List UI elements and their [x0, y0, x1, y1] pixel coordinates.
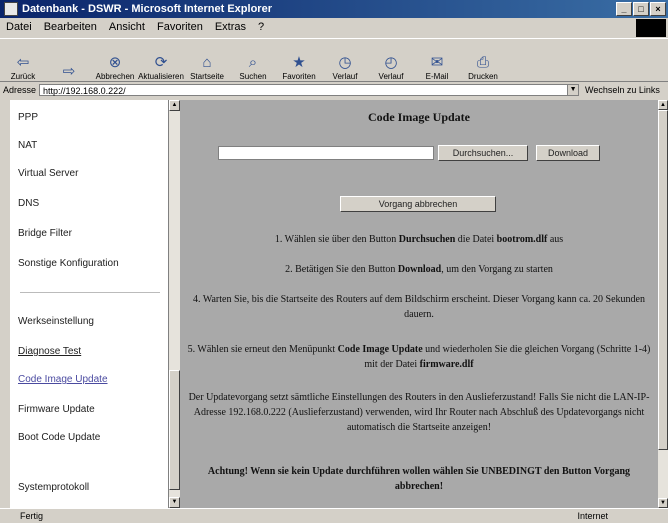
- search-icon: ⌕: [248, 54, 258, 71]
- mail-icon: ✉: [430, 54, 444, 71]
- nav-item-dns[interactable]: DNS: [18, 198, 39, 209]
- nav-item-bridge-filter[interactable]: Bridge Filter: [18, 228, 72, 239]
- frameset: PPP NAT Virtual Server DNS Bridge Filter…: [0, 100, 668, 508]
- scroll-up-icon[interactable]: ▲: [658, 100, 668, 110]
- nav-item-code-image-update[interactable]: Code Image Update: [18, 374, 108, 385]
- menu-help[interactable]: ?: [258, 21, 264, 33]
- zone-text: Internet: [577, 511, 608, 521]
- print-button[interactable]: ⎙ Drucken: [460, 41, 506, 81]
- history-icon: ◴: [384, 54, 398, 71]
- maximize-button[interactable]: □: [633, 2, 649, 16]
- step-2-text: 2. Betätigen Sie den Button Download, um…: [285, 264, 553, 275]
- nav-frame: PPP NAT Virtual Server DNS Bridge Filter…: [10, 100, 168, 508]
- reset-note: Der Updatevorgang setzt sämtliche Einste…: [188, 392, 650, 433]
- menu-datei[interactable]: Datei: [6, 21, 32, 33]
- menu-bar: Datei Bearbeiten Ansicht Favoriten Extra…: [0, 18, 668, 37]
- print-icon: ⎙: [476, 54, 489, 71]
- minimize-button[interactable]: _: [616, 2, 632, 16]
- nav-item-firmware-update[interactable]: Firmware Update: [18, 404, 95, 415]
- history-button-2[interactable]: ◴ Verlauf: [368, 41, 414, 81]
- scroll-down-icon[interactable]: ▼: [658, 498, 668, 508]
- history-icon: ◷: [338, 54, 352, 71]
- forward-button[interactable]: ⇨: [46, 41, 92, 81]
- page-title: Code Image Update: [368, 110, 470, 124]
- forward-arrow-icon: ⇨: [62, 63, 76, 80]
- warning-text: Achtung! Wenn sie kein Update durchführe…: [207, 466, 631, 492]
- cancel-process-button[interactable]: Vorgang abbrechen: [340, 196, 496, 212]
- mail-button[interactable]: ✉ E-Mail: [414, 41, 460, 81]
- favorites-button[interactable]: ★ Favoriten: [276, 41, 322, 81]
- nav-item-werkseinstellung[interactable]: Werkseinstellung: [18, 316, 94, 327]
- nav-item-diagnose[interactable]: Diagnose Test: [18, 346, 81, 357]
- browse-button[interactable]: Durchsuchen...: [438, 145, 528, 161]
- nav-item-virtual-server[interactable]: Virtual Server: [18, 168, 78, 179]
- window-title: Datenbank - DSWR - Microsoft Internet Ex…: [22, 3, 272, 15]
- back-button[interactable]: ⇦ Zurück: [0, 41, 46, 81]
- status-text: Fertig: [20, 511, 44, 521]
- address-url: http://192.168.0.222/: [43, 86, 126, 96]
- favorites-icon: ★: [292, 54, 306, 71]
- nav-item-nat[interactable]: NAT: [18, 140, 37, 151]
- home-icon: ⌂: [202, 54, 212, 71]
- nav-scrollbar[interactable]: ▲ ▼: [168, 100, 180, 508]
- go-button[interactable]: Wechseln zu Links: [585, 85, 660, 95]
- step-4-text: 4. Warten Sie, bis die Startseite des Ro…: [193, 294, 645, 320]
- back-arrow-icon: ⇦: [16, 54, 30, 71]
- history-button[interactable]: ◷ Verlauf: [322, 41, 368, 81]
- search-button[interactable]: ⌕ Suchen: [230, 41, 276, 81]
- main-scrollbar[interactable]: ▲ ▼: [658, 100, 668, 508]
- nav-divider: [20, 292, 160, 293]
- menu-extras[interactable]: Extras: [215, 21, 246, 33]
- nav-item-ppp[interactable]: PPP: [18, 112, 38, 123]
- address-bar: Adresse http://192.168.0.222/ ▼ Wechseln…: [0, 82, 668, 98]
- close-button[interactable]: ×: [650, 2, 666, 16]
- download-button[interactable]: Download: [536, 145, 600, 161]
- main-frame: Code Image Update Durchsuchen... Downloa…: [180, 100, 658, 508]
- toolbar: ⇦ Zurück ⇨ ⊗ Abbrechen ⟳ Aktualisieren ⌂ Sta…: [0, 38, 668, 82]
- refresh-button[interactable]: ⟳ Aktualisieren: [138, 41, 184, 81]
- address-label: Adresse: [3, 85, 37, 95]
- stop-icon: ⊗: [108, 54, 122, 71]
- window-controls: _ □ ×: [616, 2, 666, 16]
- file-path-input[interactable]: [218, 146, 434, 160]
- step-5-text: 5. Wählen sie erneut den Menüpunkt Code …: [187, 344, 651, 370]
- home-button[interactable]: ⌂ Startseite: [184, 41, 230, 81]
- windows-logo-icon: [636, 19, 666, 37]
- scroll-thumb[interactable]: [658, 110, 668, 450]
- nav-item-boot-code-update[interactable]: Boot Code Update: [18, 432, 100, 443]
- browser-window: Datenbank - DSWR - Microsoft Internet Ex…: [0, 0, 668, 523]
- nav-item-sonstige[interactable]: Sonstige Konfiguration: [18, 258, 119, 269]
- scroll-thumb[interactable]: [169, 370, 180, 490]
- ie-icon: [4, 2, 18, 16]
- status-bar: Fertig Internet: [0, 508, 668, 523]
- scroll-up-icon[interactable]: ▲: [169, 100, 180, 111]
- menu-ansicht[interactable]: Ansicht: [109, 21, 145, 33]
- chevron-down-icon[interactable]: ▼: [567, 85, 579, 95]
- stop-button[interactable]: ⊗ Abbrechen: [92, 41, 138, 81]
- address-input[interactable]: http://192.168.0.222/ ▼: [39, 84, 580, 96]
- refresh-icon: ⟳: [154, 54, 168, 71]
- nav-item-systemprotokoll[interactable]: Systemprotokoll: [18, 482, 89, 493]
- menu-bearbeiten[interactable]: Bearbeiten: [44, 21, 97, 33]
- menu-favoriten[interactable]: Favoriten: [157, 21, 203, 33]
- title-bar: Datenbank - DSWR - Microsoft Internet Ex…: [0, 0, 668, 18]
- step-1-text: 1. Wählen sie über den Button Durchsuche…: [274, 234, 564, 245]
- scroll-down-icon[interactable]: ▼: [169, 497, 180, 508]
